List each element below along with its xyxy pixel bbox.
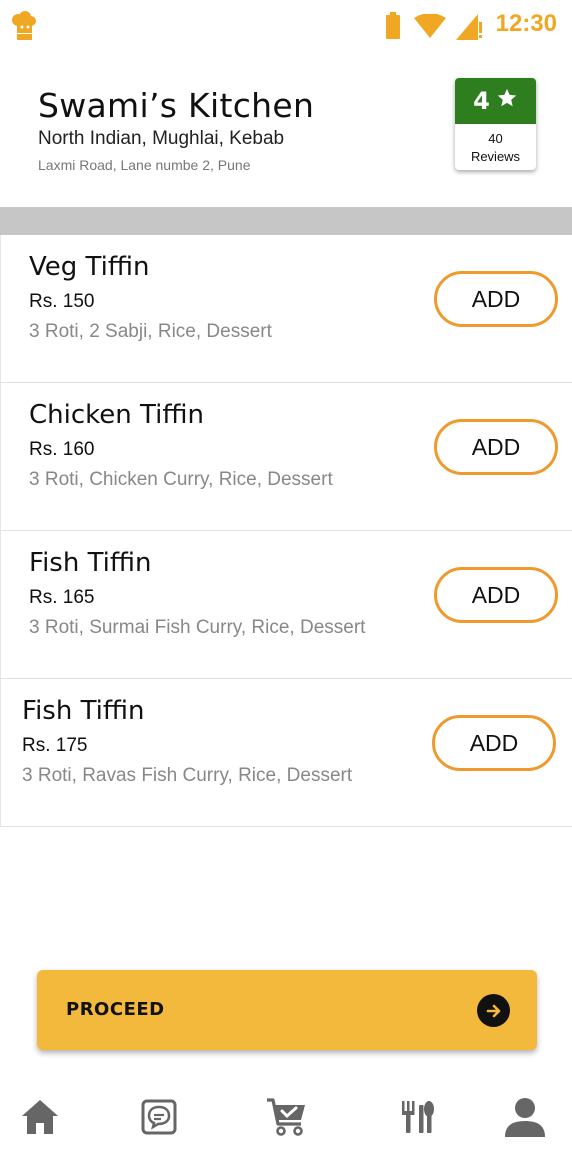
rating-card[interactable]: 4 40 Reviews	[455, 78, 536, 170]
item-price: Rs. 165	[29, 587, 95, 608]
item-name: Fish Tiffin	[29, 548, 152, 578]
item-price: Rs. 160	[29, 439, 95, 460]
profile-icon[interactable]	[503, 1095, 547, 1139]
menu-item: Chicken Tiffin Rs. 160 3 Roti, Chicken C…	[0, 383, 572, 531]
section-divider	[0, 207, 572, 235]
chat-icon[interactable]	[137, 1095, 181, 1139]
restaurant-name: Swami’s Kitchen	[38, 86, 315, 125]
item-name: Veg Tiffin	[29, 252, 150, 282]
add-button[interactable]: ADD	[432, 715, 556, 771]
restaurant-header: Swami’s Kitchen North Indian, Mughlai, K…	[0, 52, 572, 207]
review-label: Reviews	[470, 149, 521, 164]
add-button[interactable]: ADD	[434, 419, 558, 475]
proceed-label: PROCEED	[66, 999, 165, 1020]
item-price: Rs. 150	[29, 291, 95, 312]
menu-list: Veg Tiffin Rs. 150 3 Roti, 2 Sabji, Rice…	[0, 235, 572, 827]
add-button[interactable]: ADD	[434, 567, 558, 623]
item-name: Fish Tiffin	[22, 696, 145, 726]
review-count: 40	[488, 131, 503, 146]
item-name: Chicken Tiffin	[29, 400, 204, 430]
chef-logo-icon	[8, 10, 40, 46]
review-info: 40 Reviews	[455, 124, 536, 166]
bottom-navigation	[0, 1080, 572, 1150]
add-button[interactable]: ADD	[434, 271, 558, 327]
arrow-right-circle-icon	[477, 994, 510, 1027]
item-description: 3 Roti, 2 Sabji, Rice, Dessert	[29, 321, 272, 342]
restaurant-cuisine: North Indian, Mughlai, Kebab	[38, 128, 285, 149]
wifi-icon	[414, 13, 446, 42]
menu-item: Veg Tiffin Rs. 150 3 Roti, 2 Sabji, Rice…	[0, 235, 572, 383]
signal-icon	[456, 14, 484, 44]
proceed-button[interactable]: PROCEED	[37, 970, 537, 1050]
item-price: Rs. 175	[22, 735, 88, 756]
menu-item: Fish Tiffin Rs. 165 3 Roti, Surmai Fish …	[0, 531, 572, 679]
item-description: 3 Roti, Chicken Curry, Rice, Dessert	[29, 469, 333, 490]
star-icon	[496, 87, 518, 115]
status-time: 12:30	[495, 10, 557, 37]
status-bar: 12:30	[0, 0, 572, 52]
rating-badge: 4	[455, 78, 536, 124]
item-description: 3 Roti, Ravas Fish Curry, Rice, Dessert	[22, 765, 353, 786]
item-description: 3 Roti, Surmai Fish Curry, Rice, Dessert	[29, 617, 366, 638]
cart-icon[interactable]	[265, 1095, 309, 1139]
menu-item: Fish Tiffin Rs. 175 3 Roti, Ravas Fish C…	[0, 679, 572, 827]
rating-value: 4	[473, 87, 490, 115]
restaurant-icon[interactable]	[395, 1095, 439, 1139]
battery-icon	[385, 12, 401, 44]
restaurant-address: Laxmi Road, Lane numbe 2, Pune	[38, 157, 251, 173]
home-icon[interactable]	[18, 1095, 62, 1139]
